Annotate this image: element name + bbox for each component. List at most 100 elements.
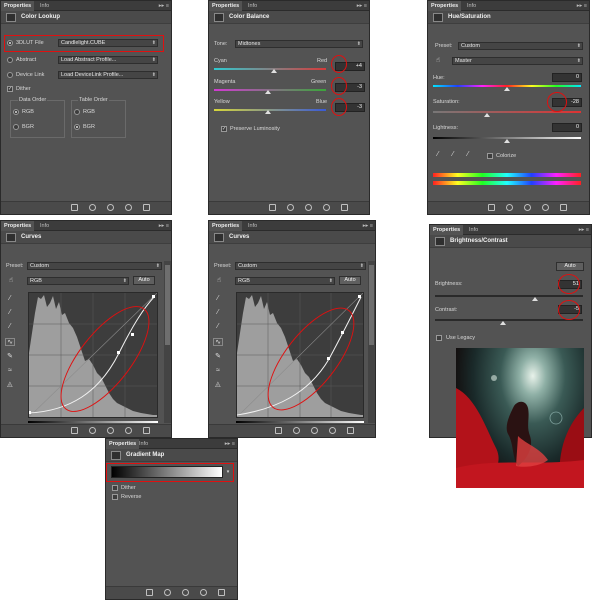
visibility-eye-icon[interactable] (125, 204, 132, 211)
view-previous-icon[interactable] (287, 204, 294, 211)
panel-menu-icon[interactable]: ▸▸ ≡ (159, 221, 169, 231)
tab-properties[interactable]: Properties (1, 221, 35, 231)
devicelink-dropdown[interactable]: Load DeviceLink Profile... ⬍ (58, 71, 158, 79)
tab-properties[interactable]: Properties (430, 225, 464, 235)
tab-info[interactable]: Info (245, 221, 260, 231)
curve-point-tool-icon[interactable]: ∿ (5, 338, 15, 346)
contrast-thumb[interactable] (500, 321, 506, 325)
tab-properties[interactable]: Properties (106, 439, 140, 449)
preset-dropdown[interactable]: Custom ⬍ (458, 42, 583, 50)
data-order-rgb-radio[interactable] (13, 109, 19, 115)
reverse-checkbox[interactable] (112, 494, 118, 500)
clip-layer-icon[interactable] (71, 427, 78, 434)
hue-thumb[interactable] (504, 87, 510, 91)
panel-menu-icon[interactable]: ▸▸ ≡ (363, 221, 373, 231)
panel-scrollbar[interactable] (368, 261, 375, 423)
clipping-warning-icon[interactable]: ◬ (213, 381, 223, 389)
tab-info[interactable]: Info (245, 1, 260, 11)
black-eyedropper-icon[interactable]: ⁄ (213, 295, 223, 303)
hand-adjust-icon[interactable]: ☝ (214, 277, 224, 285)
white-eyedropper-icon[interactable]: ⁄ (213, 323, 223, 331)
reset-icon[interactable] (311, 427, 318, 434)
yellow-blue-thumb[interactable] (265, 110, 271, 114)
abstract-dropdown[interactable]: Load Abstract Profile... ⬍ (58, 56, 158, 64)
curve-point-white[interactable] (152, 295, 155, 298)
curve-point-white[interactable] (358, 295, 361, 298)
panel-menu-icon[interactable]: ▸▸ ≡ (159, 1, 169, 11)
view-previous-icon[interactable] (89, 427, 96, 434)
tone-dropdown[interactable]: Midtones ⬍ (235, 40, 363, 48)
smooth-curve-icon[interactable]: ≈ (213, 367, 223, 375)
view-previous-icon[interactable] (293, 427, 300, 434)
panel-menu-icon[interactable]: ▸▸ ≡ (579, 225, 589, 235)
reset-icon[interactable] (182, 589, 189, 596)
dither-checkbox[interactable]: ✓ (7, 86, 13, 92)
colorize-checkbox[interactable] (487, 153, 493, 159)
reset-icon[interactable] (524, 204, 531, 211)
clip-layer-icon[interactable] (146, 589, 153, 596)
tab-properties[interactable]: Properties (209, 1, 243, 11)
trash-icon[interactable] (143, 427, 150, 434)
cyan-red-slider[interactable] (214, 68, 326, 70)
panel-scrollbar[interactable] (164, 261, 171, 423)
visibility-eye-icon[interactable] (125, 427, 132, 434)
tab-info[interactable]: Info (37, 221, 52, 231)
view-previous-icon[interactable] (164, 589, 171, 596)
curve-point-tool-icon[interactable]: ∿ (213, 338, 223, 346)
abstract-radio[interactable] (7, 57, 13, 63)
trash-icon[interactable] (560, 204, 567, 211)
lightness-thumb[interactable] (504, 139, 510, 143)
gray-eyedropper-icon[interactable]: ⁄ (5, 309, 15, 317)
trash-icon[interactable] (218, 589, 225, 596)
preserve-luminosity-checkbox[interactable]: ✓ (221, 126, 227, 132)
panel-menu-icon[interactable]: ▸▸ ≡ (225, 439, 235, 449)
gray-eyedropper-icon[interactable]: ⁄ (213, 309, 223, 317)
brightness-thumb[interactable] (532, 297, 538, 301)
black-eyedropper-icon[interactable]: ⁄ (5, 295, 15, 303)
dither-checkbox[interactable] (112, 485, 118, 491)
data-order-bgr-radio[interactable] (13, 124, 19, 130)
hand-adjust-icon[interactable]: ☝ (6, 277, 16, 285)
lightness-value-field[interactable]: 0 (552, 123, 582, 132)
eyedropper-icon[interactable]: ⁄ (433, 151, 443, 159)
pencil-draw-icon[interactable]: ✎ (213, 353, 223, 361)
visibility-eye-icon[interactable] (542, 204, 549, 211)
tab-info[interactable]: Info (464, 1, 479, 11)
clip-layer-icon[interactable] (488, 204, 495, 211)
tab-info[interactable]: Info (466, 225, 481, 235)
clipping-warning-icon[interactable]: ◬ (5, 381, 15, 389)
smooth-curve-icon[interactable]: ≈ (5, 367, 15, 375)
channel-dropdown[interactable]: RGB ⬍ (235, 277, 335, 285)
trash-icon[interactable] (143, 204, 150, 211)
view-previous-icon[interactable] (89, 204, 96, 211)
scrollbar-thumb[interactable] (165, 265, 170, 345)
tab-info[interactable]: Info (37, 1, 52, 11)
panel-menu-icon[interactable]: ▸▸ ≡ (577, 1, 587, 11)
white-eyedropper-icon[interactable]: ⁄ (5, 323, 15, 331)
saturation-thumb[interactable] (484, 113, 490, 117)
auto-button[interactable]: Auto (556, 262, 584, 271)
reset-icon[interactable] (107, 204, 114, 211)
trash-icon[interactable] (347, 427, 354, 434)
clip-layer-icon[interactable] (275, 427, 282, 434)
auto-button[interactable]: Auto (339, 276, 361, 285)
contrast-slider[interactable] (435, 319, 583, 321)
tab-properties[interactable]: Properties (209, 221, 243, 231)
preset-dropdown[interactable]: Custom ⬍ (27, 262, 162, 270)
scrollbar-thumb[interactable] (369, 265, 374, 345)
preset-dropdown[interactable]: Custom ⬍ (235, 262, 366, 270)
visibility-eye-icon[interactable] (329, 427, 336, 434)
clip-layer-icon[interactable] (269, 204, 276, 211)
tab-properties[interactable]: Properties (428, 1, 462, 11)
targeted-adjustment-hand-icon[interactable]: ☝ (433, 57, 443, 65)
eyedropper-minus-icon[interactable]: ⁄ (463, 151, 473, 159)
curve-point-black[interactable] (28, 411, 31, 414)
auto-button[interactable]: Auto (133, 276, 155, 285)
view-previous-icon[interactable] (506, 204, 513, 211)
brightness-slider[interactable] (435, 295, 583, 297)
channel-dropdown[interactable]: RGB ⬍ (27, 277, 129, 285)
tab-info[interactable]: Info (136, 439, 151, 449)
table-order-rgb-radio[interactable] (74, 109, 80, 115)
panel-menu-icon[interactable]: ▸▸ ≡ (357, 1, 367, 11)
pencil-draw-icon[interactable]: ✎ (5, 353, 15, 361)
